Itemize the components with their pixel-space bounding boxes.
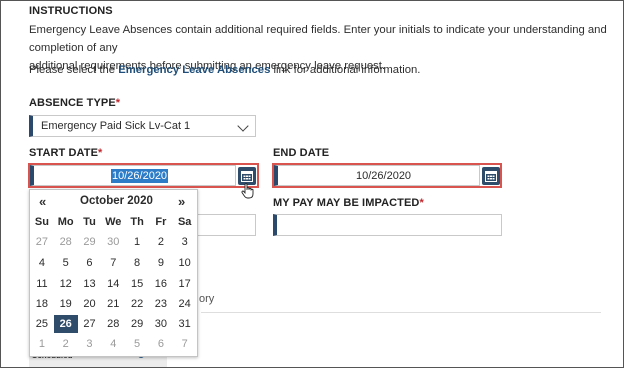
- prev-month-button[interactable]: «: [39, 194, 46, 209]
- weekday-label: Sa: [177, 216, 192, 228]
- day-cell[interactable]: 5: [125, 335, 149, 353]
- day-cell[interactable]: 21: [101, 295, 125, 313]
- hand-cursor-icon: [241, 183, 254, 199]
- day-cell[interactable]: 9: [149, 254, 173, 272]
- section-divider: [201, 312, 601, 313]
- month-year-title[interactable]: October 2020: [80, 195, 153, 207]
- day-cell[interactable]: 10: [173, 254, 197, 272]
- weekday-label: Mo: [57, 216, 74, 228]
- day-cell[interactable]: 5: [54, 254, 78, 272]
- calendar-icon: [241, 171, 253, 182]
- next-month-button[interactable]: »: [178, 194, 185, 209]
- absence-type-select[interactable]: Emergency Paid Sick Lv-Cat 1: [29, 115, 256, 137]
- start-date-label-text: START DATE: [29, 147, 99, 159]
- day-cell[interactable]: 15: [125, 275, 149, 293]
- date-picker-header: « October 2020 »: [30, 194, 197, 212]
- end-date-calendar-button[interactable]: [482, 167, 500, 185]
- absence-type-label: ABSENCE TYPE*: [29, 97, 120, 109]
- day-cell[interactable]: 3: [173, 233, 197, 251]
- pay-impacted-input[interactable]: [273, 214, 502, 236]
- calendar-week: 18 19 20 21 22 23 24: [30, 295, 197, 313]
- day-cell[interactable]: 20: [78, 295, 102, 313]
- day-cell[interactable]: 30: [101, 233, 125, 251]
- day-cell[interactable]: 12: [54, 275, 78, 293]
- weekday-label: Fr: [155, 216, 167, 228]
- weekday-label: Su: [34, 216, 49, 228]
- day-cell[interactable]: 16: [149, 275, 173, 293]
- day-cell[interactable]: 28: [101, 315, 125, 333]
- partial-category-text: ory: [199, 293, 215, 305]
- leave-request-form: INSTRUCTIONS Emergency Leave Absences co…: [0, 0, 624, 368]
- absence-type-value: Emergency Paid Sick Lv-Cat 1: [41, 120, 191, 132]
- date-picker-popup: « October 2020 » Su Mo Tu We Th Fr Sa 27…: [29, 189, 198, 357]
- info-prefix: Please select the: [29, 64, 119, 76]
- day-cell[interactable]: 2: [149, 233, 173, 251]
- instructions-heading: INSTRUCTIONS: [29, 5, 113, 17]
- calendar-week: 1 2 3 4 5 6 7: [30, 335, 197, 353]
- weekday-label: Tu: [83, 216, 96, 228]
- end-date-label: END DATE: [273, 147, 330, 159]
- day-cell[interactable]: 29: [78, 233, 102, 251]
- day-cell[interactable]: 24: [173, 295, 197, 313]
- chevron-down-icon: [237, 120, 249, 132]
- day-cell[interactable]: 25: [30, 315, 54, 333]
- day-cell[interactable]: 30: [149, 315, 173, 333]
- day-cell[interactable]: 31: [173, 315, 197, 333]
- weekday-label: Th: [130, 216, 144, 228]
- start-date-input[interactable]: 10/26/2020: [30, 165, 236, 186]
- day-cell[interactable]: 23: [149, 295, 173, 313]
- pay-impacted-label-text: MY PAY MAY BE IMPACTED: [273, 197, 420, 209]
- start-date-value: 10/26/2020: [111, 169, 169, 183]
- day-cell[interactable]: 7: [173, 335, 197, 353]
- day-cell[interactable]: 27: [30, 233, 54, 251]
- day-cell[interactable]: 1: [30, 335, 54, 353]
- day-cell[interactable]: 6: [149, 335, 173, 353]
- calendar-week: 4 5 6 7 8 9 10: [30, 254, 197, 272]
- required-mark: *: [419, 197, 424, 209]
- day-cell[interactable]: 1: [125, 233, 149, 251]
- day-cell[interactable]: 28: [54, 233, 78, 251]
- day-cell[interactable]: 7: [101, 254, 125, 272]
- day-cell[interactable]: 19: [54, 295, 78, 313]
- calendar-week: 25 26 27 28 29 30 31: [30, 315, 197, 333]
- calendar-icon: [485, 171, 497, 182]
- day-cell[interactable]: 6: [78, 254, 102, 272]
- info-text: Please select the Emergency Leave Absenc…: [29, 61, 420, 79]
- day-cell[interactable]: 8: [125, 254, 149, 272]
- day-cell[interactable]: 2: [54, 335, 78, 353]
- day-cell[interactable]: 4: [30, 254, 54, 272]
- required-mark: *: [115, 97, 121, 109]
- end-date-value: 10/26/2020: [356, 170, 412, 182]
- weekday-label: We: [105, 216, 122, 228]
- day-cell[interactable]: 13: [78, 275, 102, 293]
- day-cell[interactable]: 29: [125, 315, 149, 333]
- day-cell[interactable]: 22: [125, 295, 149, 313]
- calendar-week: 27 28 29 30 1 2 3: [30, 233, 197, 251]
- pay-impacted-label: MY PAY MAY BE IMPACTED*: [273, 197, 424, 209]
- day-cell[interactable]: 11: [30, 275, 54, 293]
- day-cell[interactable]: 17: [173, 275, 197, 293]
- calendar-week: 11 12 13 14 15 16 17: [30, 275, 197, 293]
- day-cell[interactable]: 18: [30, 295, 54, 313]
- day-cell[interactable]: 27: [78, 315, 102, 333]
- absence-type-label-text: ABSENCE TYPE: [29, 97, 116, 109]
- day-cell[interactable]: 4: [101, 335, 125, 353]
- day-cell-selected[interactable]: 26: [53, 315, 78, 333]
- required-mark: *: [98, 147, 103, 159]
- end-date-input[interactable]: 10/26/2020: [274, 165, 480, 186]
- day-cell[interactable]: 14: [101, 275, 125, 293]
- instructions-line-1: Emergency Leave Absences contain additio…: [29, 24, 607, 54]
- start-date-label: START DATE*: [29, 147, 102, 159]
- weekday-header: Su Mo Tu We Th Fr Sa: [30, 216, 197, 228]
- day-cell[interactable]: 3: [78, 335, 102, 353]
- emergency-leave-link[interactable]: Emergency Leave Absences: [118, 64, 270, 76]
- info-suffix: link for additional information.: [270, 64, 421, 76]
